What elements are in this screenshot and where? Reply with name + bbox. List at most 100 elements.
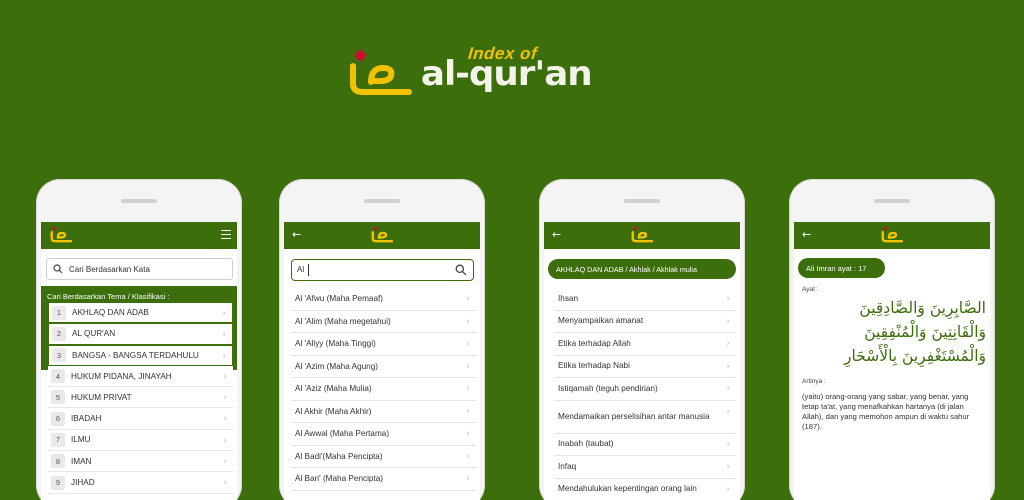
list-item-label: Menyampaikan amanat: [558, 316, 644, 326]
chevron-right-icon: ›: [223, 393, 227, 404]
chevron-right-icon: ›: [726, 339, 730, 349]
chevron-right-icon: ›: [466, 406, 470, 417]
phone-speaker: [121, 199, 157, 203]
phone-speaker: [624, 199, 660, 203]
app-logo: [630, 226, 654, 249]
verse-translation: (yaitu) orang-orang yang sabar, yang ben…: [802, 392, 970, 431]
list-item-label: Inabah (taubat): [558, 439, 614, 449]
list-item-label: Al Akhir (Maha Akhir): [295, 406, 372, 416]
category-label: IBADAH: [71, 414, 102, 424]
category-number: 5: [51, 390, 65, 405]
list-item[interactable]: Al Awwal (Maha Pertama) ›: [291, 423, 476, 446]
list-item-label: Al 'Aliyy (Maha Tinggi): [295, 339, 376, 349]
list-item[interactable]: Menyampaikan amanat ›: [554, 311, 736, 333]
search-input[interactable]: Cari Berdasarkan Kata: [46, 258, 233, 280]
category-item[interactable]: 6 IBADAH ›: [48, 408, 233, 430]
list-item[interactable]: Ihsan ›: [554, 288, 736, 311]
back-arrow-icon[interactable]: ←: [292, 228, 301, 241]
list-item-label: Mendamaikan perselisihan antar manusia: [558, 411, 710, 421]
chevron-right-icon: ›: [726, 439, 730, 450]
chevron-right-icon: ›: [222, 351, 226, 362]
list-item[interactable]: Al Akhir (Maha Akhir) ›: [291, 401, 476, 423]
topics-screen: ← AKHLAQ DAN ADAB / Akhlak / Akhlak muli…: [544, 222, 740, 500]
banner-title: al-qur'an: [420, 54, 593, 94]
list-item[interactable]: Al 'Aliyy (Maha Tinggi) ›: [291, 333, 476, 356]
category-item[interactable]: 3 BANGSA - BANGSA TERDAHULU ›: [48, 344, 233, 366]
ie-logo-icon: [881, 226, 904, 243]
arabic-verse: الصَّابِرِينَ وَالصَّادِقِينَ وَالْقَانِ…: [844, 299, 986, 365]
list-item[interactable]: Al Badi'(Maha Pencipta) ›: [291, 446, 476, 468]
chevron-right-icon: ›: [466, 361, 470, 372]
phone-verse: ← Ali Imran ayat : 17 Ayat : الصَّابِرِي…: [789, 179, 995, 500]
ie-logo-icon: [50, 226, 73, 243]
category-item[interactable]: 1 AKHLAQ DAN ADAB ›: [48, 302, 233, 324]
ie-logo-icon: [631, 226, 654, 243]
chevron-right-icon: ›: [466, 474, 470, 484]
list-item[interactable]: Al 'Aziz (Maha Mulia) ›: [291, 378, 476, 401]
search-placeholder: Cari Berdasarkan Kata: [69, 265, 150, 274]
list-item-label: Al Badi'(Maha Pencipta): [295, 451, 383, 461]
phone-search: ← Al Al 'Afwu (Maha Pemaaf) › Al 'Alim (M…: [279, 179, 485, 500]
back-arrow-icon[interactable]: ←: [802, 228, 811, 241]
app-bar: ←: [544, 222, 740, 249]
list-item[interactable]: Mendamaikan perselisihan antar manusia ›: [554, 401, 736, 434]
list-item-label: Etika terhadap Nabi: [558, 361, 630, 371]
category-label: BANGSA - BANGSA TERDAHULU: [72, 350, 199, 360]
app-bar: ←: [794, 222, 990, 249]
list-item[interactable]: Mendahulukan kepentingan orang lain ›: [554, 479, 736, 500]
search-icon[interactable]: [455, 264, 467, 276]
list-item-label: Al 'Afwu (Maha Pemaaf): [295, 294, 384, 304]
list-item-label: Mendahulukan kepentingan orang lain: [558, 484, 697, 494]
list-item[interactable]: Al Bari' (Maha Pencipta) ›: [291, 468, 476, 491]
list-item[interactable]: Al 'Azim (Maha Agung) ›: [291, 356, 476, 378]
category-item[interactable]: 4 HUKUM PIDANA, JINAYAH ›: [48, 365, 233, 388]
category-item[interactable]: 9 JIHAD ›: [48, 472, 233, 494]
list-item[interactable]: Infaq ›: [554, 456, 736, 479]
chevron-right-icon: ›: [223, 414, 227, 425]
category-item[interactable]: 2 AL QUR'AN ›: [48, 323, 233, 345]
list-item-label: Al 'Azim (Maha Agung): [295, 361, 379, 371]
category-item[interactable]: 8 IMAN ›: [48, 451, 233, 473]
search-value: Al: [297, 265, 305, 274]
chevron-right-icon: ›: [466, 339, 470, 349]
search-input[interactable]: Al: [291, 259, 474, 281]
chevron-right-icon: ›: [726, 294, 730, 304]
category-number: 2: [52, 326, 66, 341]
chevron-right-icon: ›: [466, 429, 470, 439]
list-item[interactable]: Istiqamah (teguh pendirian) ›: [554, 378, 736, 401]
category-label: JIHAD: [71, 478, 95, 488]
verse-reference-badge: Ali Imran ayat : 17: [798, 258, 885, 278]
category-label: AKHLAQ DAN ADAB: [72, 308, 149, 318]
category-item[interactable]: 7 ILMU ›: [48, 429, 233, 452]
chevron-right-icon: ›: [726, 462, 730, 472]
list-item-label: Etika terhadap Allah: [558, 338, 631, 348]
topic-list: Ihsan › Menyampaikan amanat › Etika terhad…: [554, 288, 736, 500]
category-number: 3: [52, 348, 66, 363]
category-item[interactable]: 5 HUKUM PRIVAT ›: [48, 387, 233, 409]
category-number: 7: [51, 432, 65, 447]
app-bar: [41, 222, 237, 249]
list-item[interactable]: Al 'Afwu (Maha Pemaaf) ›: [291, 288, 476, 311]
artinya-label: Artinya :: [802, 378, 826, 385]
search-results-list: Al 'Afwu (Maha Pemaaf) › Al 'Alim (Maha m…: [291, 288, 476, 491]
category-caption: Cari Berdasarkan Tema / Klasifikasi :: [47, 292, 170, 301]
back-arrow-icon[interactable]: ←: [552, 228, 561, 241]
list-item-label: Al Bari' (Maha Pencipta): [295, 474, 384, 484]
chevron-right-icon: ›: [466, 451, 470, 462]
list-item[interactable]: Al 'Alim (Maha megetahui) ›: [291, 311, 476, 333]
category-label: AL QUR'AN: [72, 329, 116, 339]
category-number: 4: [51, 369, 65, 384]
category-label: IMAN: [71, 456, 92, 466]
list-item[interactable]: Etika terhadap Nabi ›: [554, 356, 736, 378]
list-item-label: Al 'Alim (Maha megetahui): [295, 316, 391, 326]
chevron-right-icon: ›: [223, 371, 227, 382]
chevron-right-icon: ›: [726, 484, 730, 495]
text-caret: [308, 264, 309, 276]
list-item[interactable]: Etika terhadap Allah ›: [554, 333, 736, 356]
phone-speaker: [874, 199, 910, 203]
phone-topics: ← AKHLAQ DAN ADAB / Akhlak / Akhlak muli…: [539, 179, 745, 500]
hamburger-menu-icon[interactable]: [221, 230, 231, 239]
list-item[interactable]: Inabah (taubat) ›: [554, 434, 736, 456]
chevron-right-icon: ›: [222, 309, 226, 319]
chevron-right-icon: ›: [726, 384, 730, 394]
